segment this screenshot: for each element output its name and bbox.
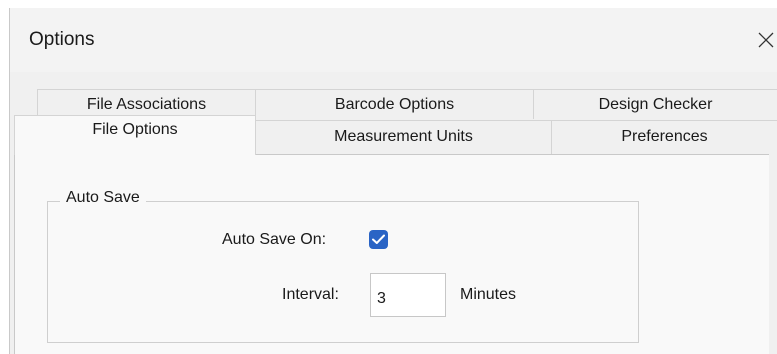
close-icon xyxy=(758,32,774,48)
interval-label: Interval: xyxy=(282,286,339,303)
title-bar: Options xyxy=(10,8,777,72)
interval-input[interactable] xyxy=(370,273,446,317)
auto-save-on-checkbox[interactable] xyxy=(369,230,388,249)
auto-save-group xyxy=(47,201,639,343)
interval-unit-label: Minutes xyxy=(460,286,517,303)
tab-design-checker[interactable]: Design Checker xyxy=(533,89,777,119)
auto-save-group-label: Auto Save xyxy=(60,189,146,207)
page: Options File Associations Barcode Option… xyxy=(0,0,777,354)
auto-save-on-label: Auto Save On: xyxy=(222,231,327,248)
dialog-title: Options xyxy=(29,29,95,50)
tab-measurement-units[interactable]: Measurement Units xyxy=(255,120,551,154)
checkmark-icon xyxy=(372,234,385,244)
tab-file-options[interactable]: File Options xyxy=(14,115,256,155)
tab-preferences[interactable]: Preferences xyxy=(551,120,777,154)
close-button[interactable] xyxy=(748,22,777,56)
tab-barcode-options[interactable]: Barcode Options xyxy=(255,89,533,119)
